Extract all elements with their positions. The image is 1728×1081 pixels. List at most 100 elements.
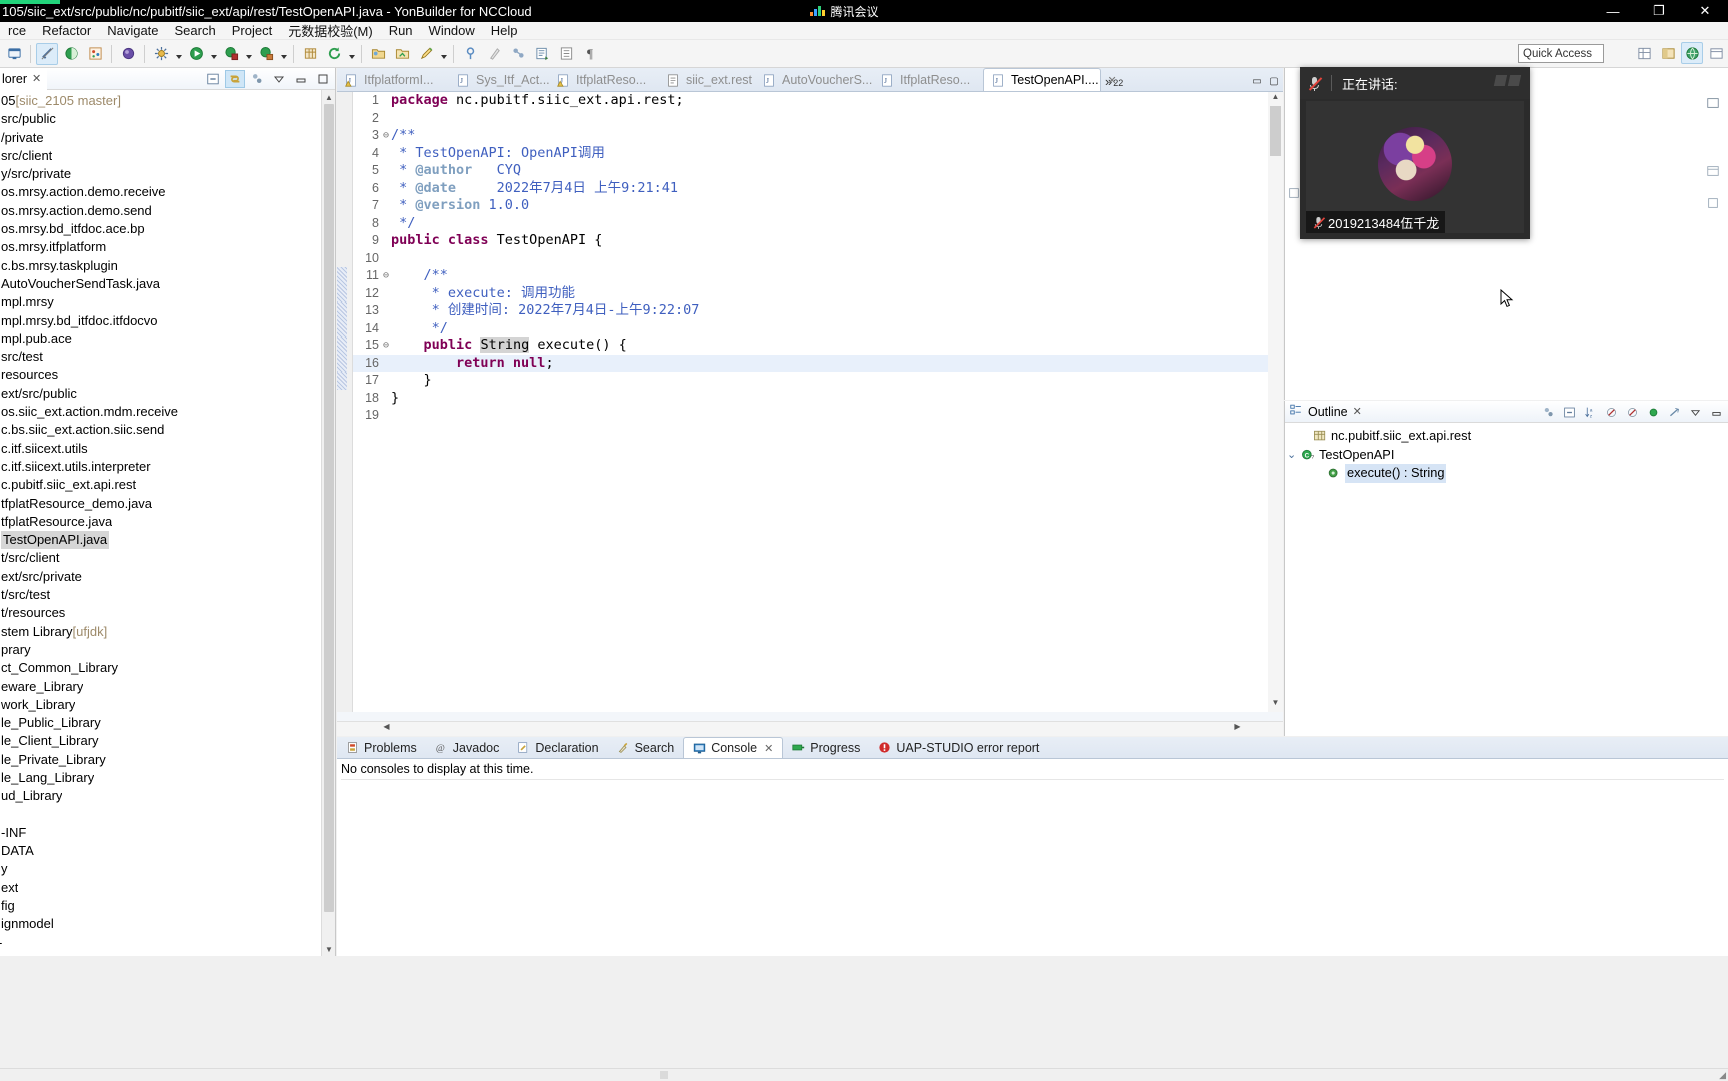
tencent-meeting-floating-window[interactable]: 正在讲话: 2019213484伍千龙 xyxy=(1300,67,1530,239)
tree-item[interactable]: c.itf.siicext.utils xyxy=(0,440,304,458)
view-menu-filter-icon[interactable] xyxy=(247,70,267,88)
run-server-dropdown-icon[interactable] xyxy=(243,43,254,65)
tree-item[interactable]: c.bs.siic_ext.action.siic.send xyxy=(0,421,304,439)
scroll-left-icon[interactable]: ◀ xyxy=(379,722,394,737)
console-output[interactable]: No consoles to display at this time. xyxy=(337,759,1728,956)
scrollbar-thumb[interactable] xyxy=(324,104,334,912)
code-line[interactable]: 9 public class TestOpenAPI { xyxy=(353,232,1268,250)
close-icon[interactable]: ✕ xyxy=(1108,74,1117,87)
code-line[interactable]: 6 * @date 2022年7月4日 上午9:21:41 xyxy=(353,180,1268,198)
tree-item[interactable]: ud_Library xyxy=(0,787,304,805)
console-tab[interactable]: Search xyxy=(608,737,684,758)
scrollbar-thumb[interactable] xyxy=(1270,106,1281,156)
scroll-up-icon[interactable]: ▲ xyxy=(322,90,336,104)
tree-item[interactable]: os.mrsy.action.demo.receive xyxy=(0,183,304,201)
editor-tab[interactable]: siic_ext.rest xyxy=(659,69,755,91)
tree-item[interactable]: y/src/private xyxy=(0,165,304,183)
code-line[interactable]: 5 * @author CYQ xyxy=(353,162,1268,180)
tree-item[interactable]: 05 [siic_2105 master] xyxy=(0,92,304,110)
minimize-view-icon[interactable] xyxy=(1706,403,1726,421)
tree-item[interactable]: mpl.pub.ace xyxy=(0,330,304,348)
tree-item[interactable]: t/resources xyxy=(0,604,304,622)
tree-item[interactable]: -INF xyxy=(0,952,304,956)
tree-item[interactable]: ext xyxy=(0,879,304,897)
close-icon[interactable]: ✕ xyxy=(764,742,773,755)
open-folder2-icon[interactable] xyxy=(391,43,413,65)
menu-item-window[interactable]: Window xyxy=(421,22,483,39)
tree-item[interactable]: stem Library [ufjdk] xyxy=(0,623,304,641)
tree-item[interactable] xyxy=(0,806,304,824)
right-view-restore-icon[interactable] xyxy=(1706,96,1724,112)
microphone-muted-icon[interactable] xyxy=(1308,76,1323,91)
tree-item[interactable]: ext/src/private xyxy=(0,568,304,586)
editor-marker-ruler[interactable] xyxy=(337,92,353,712)
outline-tab[interactable]: Outline ✕ xyxy=(1285,403,1362,420)
tree-item[interactable]: DATA xyxy=(0,842,304,860)
menu-item-search[interactable]: Search xyxy=(167,22,224,39)
tree-item[interactable]: mpl.mrsy.bd_itfdoc.itfdocvo xyxy=(0,312,304,330)
maximize-view-icon[interactable] xyxy=(313,70,333,88)
editor-tab[interactable]: J ItfplatReso... xyxy=(873,69,983,91)
view-menu-icon[interactable] xyxy=(269,70,289,88)
perspective-debug-icon[interactable] xyxy=(1705,42,1727,64)
hide-static-icon[interactable] xyxy=(1622,403,1642,421)
close-button[interactable]: ✕ xyxy=(1682,0,1728,22)
menu-item-project[interactable]: Project xyxy=(224,22,280,39)
hide-local-types-icon[interactable] xyxy=(1664,403,1684,421)
open-folder-icon[interactable] xyxy=(367,43,389,65)
tree-item[interactable]: mpl.mrsy xyxy=(0,293,304,311)
console-tab[interactable]: Declaration xyxy=(508,737,607,758)
menu-bar[interactable]: rce Refactor Navigate Search Project 元数据… xyxy=(0,22,1728,40)
tree-item[interactable]: c.itf.siicext.utils.interpreter xyxy=(0,458,304,476)
tree-item[interactable]: src/public xyxy=(0,110,304,128)
outline-item[interactable]: ⌄ C? TestOpenAPI xyxy=(1285,446,1728,465)
show-whitespace-icon[interactable] xyxy=(555,43,577,65)
run-last-icon[interactable] xyxy=(255,43,277,65)
tencent-meeting-indicator[interactable]: 腾讯会议 xyxy=(810,0,879,22)
fold-toggle-icon[interactable]: ⊖ xyxy=(381,127,391,145)
refresh-icon[interactable] xyxy=(323,43,345,65)
editor-tab[interactable]: J ItfplatReso... xyxy=(549,69,659,91)
maximize-button[interactable]: ❐ xyxy=(1636,0,1682,22)
package-explorer-toolbar[interactable] xyxy=(203,68,333,90)
maximize-editor-icon[interactable]: ▢ xyxy=(1267,74,1281,88)
tree-item[interactable]: t/src/test xyxy=(0,586,304,604)
scroll-up-icon[interactable]: ▲ xyxy=(1268,92,1283,106)
menu-item-metadata-validate[interactable]: 元数据校验(M) xyxy=(280,20,381,41)
open-perspective-icon[interactable] xyxy=(1633,42,1655,64)
editor-tabbar[interactable]: J ItfplatformI... J Sys_Itf_Act... J ItfplatR… xyxy=(337,68,1283,92)
run-server-icon[interactable] xyxy=(220,43,242,65)
tree-item[interactable]: - xyxy=(0,934,304,952)
pencil-icon[interactable] xyxy=(415,43,437,65)
tree-item[interactable]: JTestOpenAPI.java xyxy=(0,531,304,550)
console-tab[interactable]: Console ✕ xyxy=(683,737,784,758)
tree-item[interactable]: JtfplatResource_demo.java xyxy=(0,495,304,513)
code-line[interactable]: 11 ⊖ /** xyxy=(337,267,1268,285)
pin-icon[interactable] xyxy=(459,43,481,65)
perspective-ncc-icon[interactable] xyxy=(1681,42,1703,64)
sort-icon[interactable]: az xyxy=(1580,403,1600,421)
code-line[interactable]: 15 ⊖ public String execute() { xyxy=(337,337,1268,355)
tree-item[interactable]: ext/src/public xyxy=(0,385,304,403)
code-line[interactable]: 13 * 创建时间: 2022年7月4日-上午9:22:07 xyxy=(337,302,1268,320)
tree-item[interactable]: -INF xyxy=(0,824,304,842)
tree-item[interactable]: os.siic_ext.action.mdm.receive xyxy=(0,403,304,421)
code-line[interactable]: 17 } xyxy=(337,372,1268,390)
fold-toggle-icon[interactable]: ⊖ xyxy=(381,337,391,355)
tree-item[interactable]: resources xyxy=(0,366,304,384)
package-explorer-tab[interactable]: lorer ✕ xyxy=(0,67,48,90)
run-dropdown-icon[interactable] xyxy=(208,43,219,65)
resize-grip-icon[interactable]: ◢ xyxy=(1719,1070,1726,1081)
refresh-dropdown-icon[interactable] xyxy=(346,43,357,65)
right-view-icon-2[interactable] xyxy=(1706,164,1724,180)
minimize-button[interactable]: — xyxy=(1590,0,1636,22)
scroll-down-icon[interactable]: ▼ xyxy=(322,942,336,956)
tree-item[interactable]: os.mrsy.itfplatform xyxy=(0,238,304,256)
window-controls[interactable]: — ❐ ✕ xyxy=(1590,0,1728,22)
tree-item[interactable]: os.mrsy.bd_itfdoc.ace.bp xyxy=(0,220,304,238)
tree-item[interactable]: src/client xyxy=(0,147,304,165)
close-icon[interactable]: ✕ xyxy=(32,72,41,85)
editor-tab[interactable]: J Sys_Itf_Act... xyxy=(449,69,550,91)
outline-toolbar[interactable]: az xyxy=(1538,401,1726,423)
tree-item[interactable]: os.mrsy.action.demo.send xyxy=(0,202,304,220)
